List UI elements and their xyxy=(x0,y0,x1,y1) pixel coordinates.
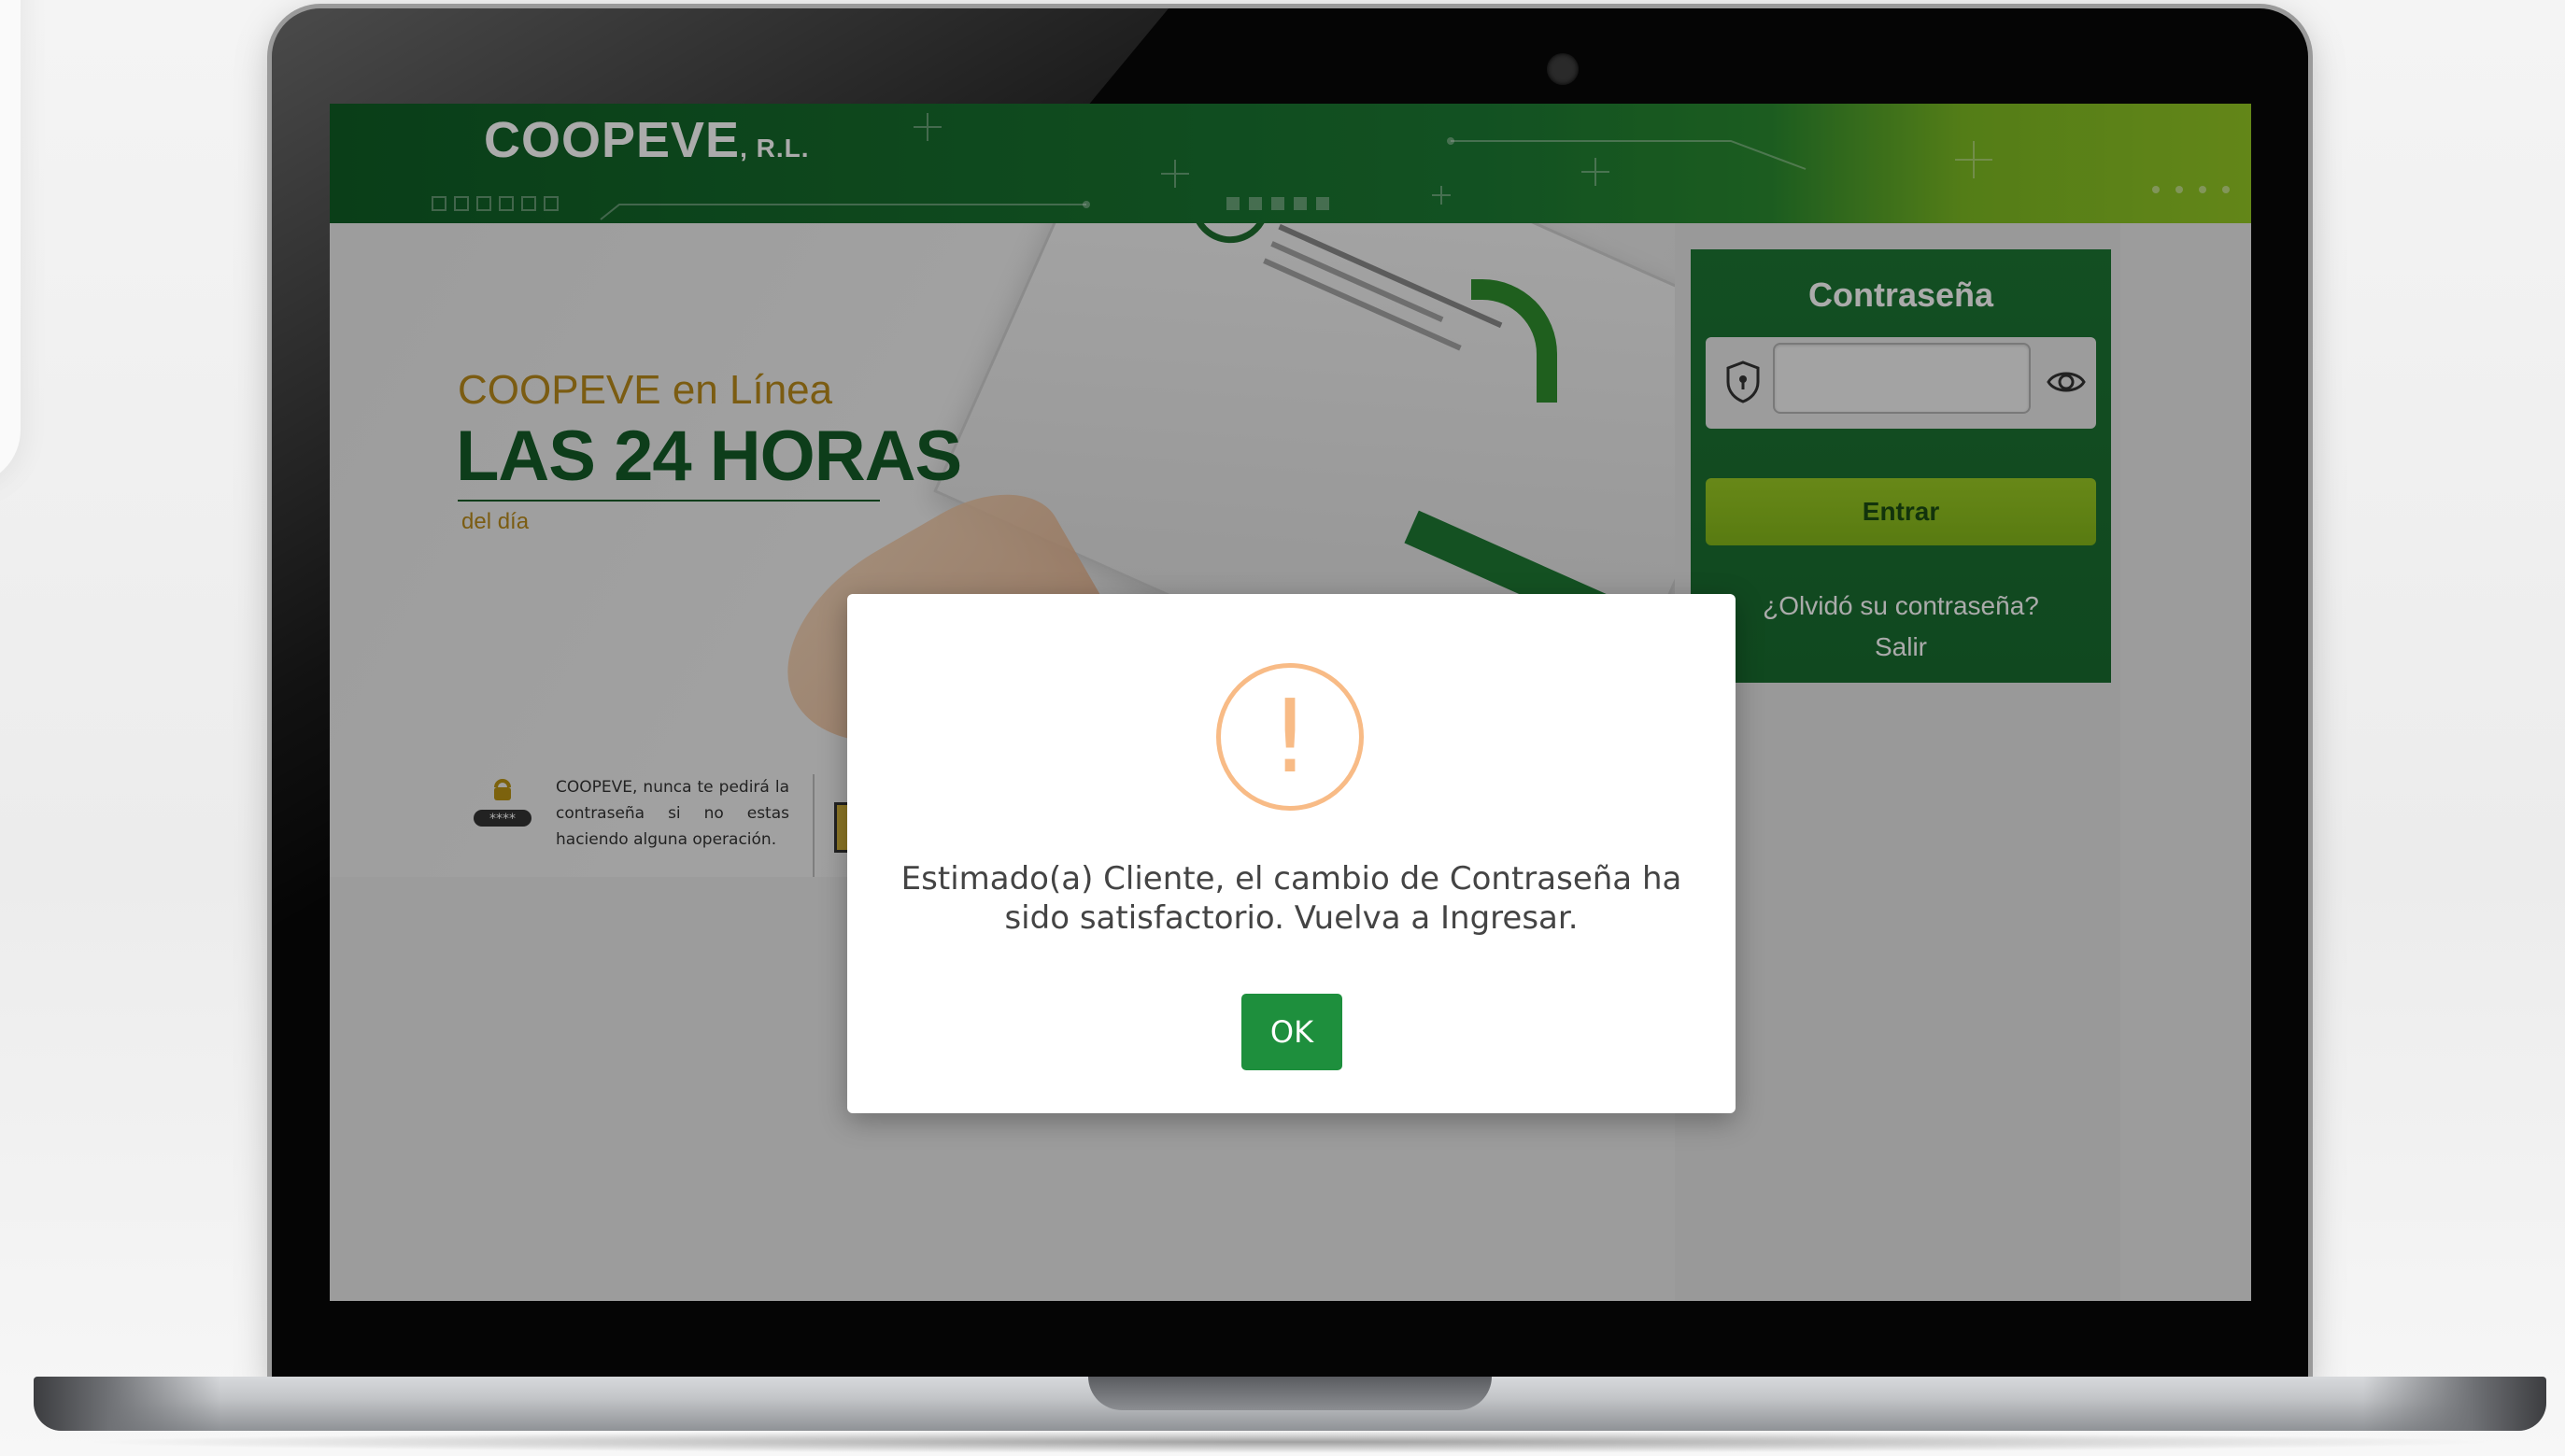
warning-icon: ! xyxy=(1216,663,1364,811)
laptop-base-left-edge xyxy=(34,1377,220,1431)
alert-message: Estimado(a) Cliente, el cambio de Contra… xyxy=(900,860,1682,937)
laptop-base-right-edge xyxy=(2363,1377,2546,1431)
laptop-opening-notch xyxy=(1088,1377,1492,1410)
warning-icon-mark: ! xyxy=(1269,679,1311,796)
laptop-shadow xyxy=(75,1431,2503,1453)
ok-button[interactable]: OK xyxy=(1241,994,1342,1070)
browser-screen: COOPEVE, R.L. COOPEVE en Línea LAS 24 HO… xyxy=(330,104,2251,1301)
alert-dialog: ! Estimado(a) Cliente, el cambio de Cont… xyxy=(847,594,1736,1113)
camera-dot xyxy=(1547,53,1579,85)
background-card xyxy=(0,0,21,486)
